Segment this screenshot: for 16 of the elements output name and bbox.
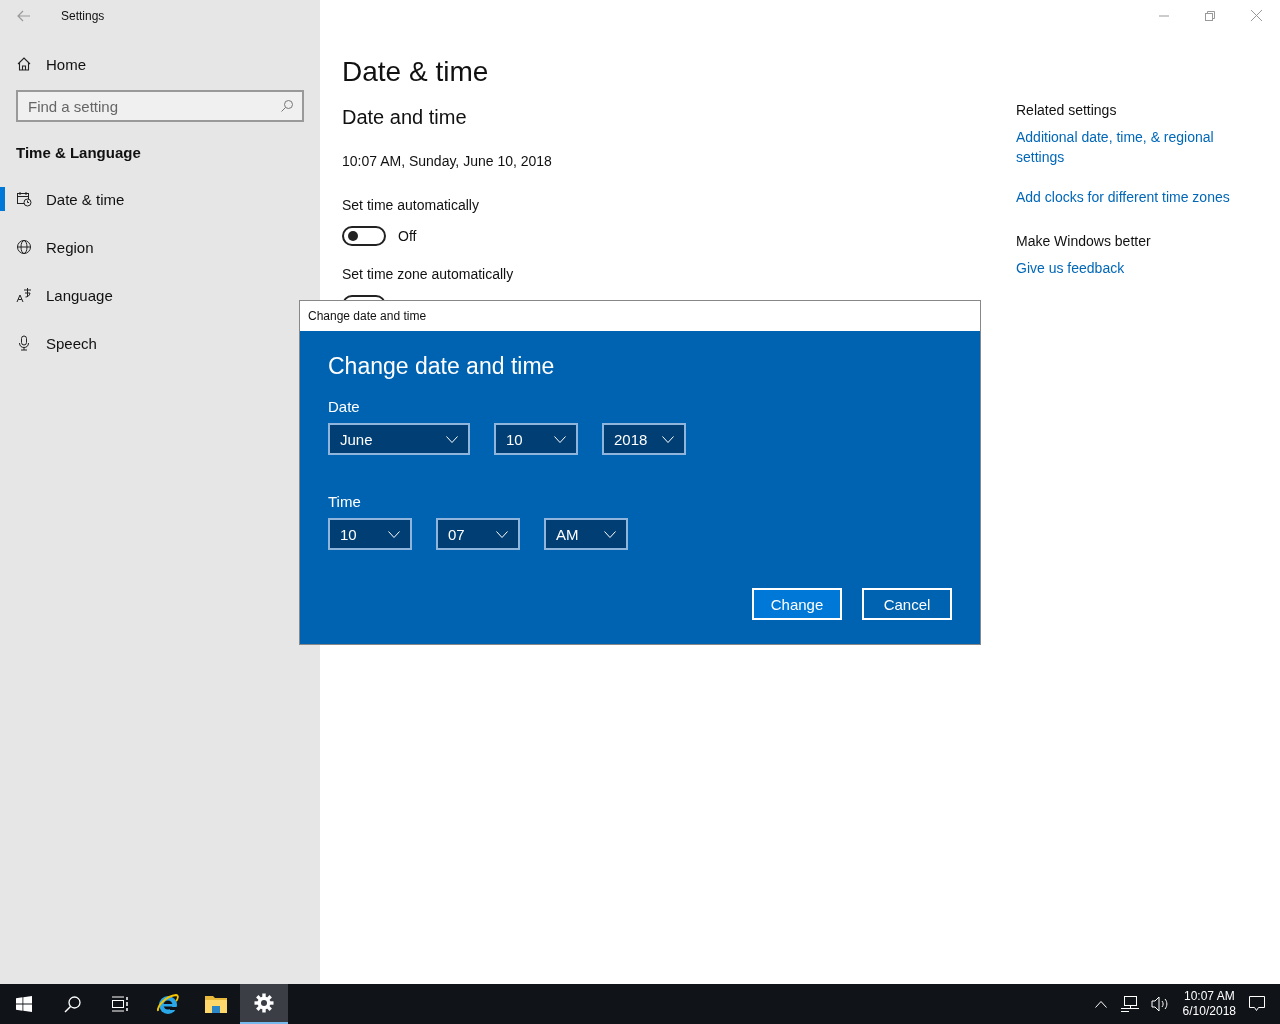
- toggle-state: Off: [398, 228, 417, 244]
- field-label: Time: [328, 493, 362, 510]
- window-title: Settings: [61, 9, 105, 23]
- clock-time: 10:07 AM: [1183, 989, 1235, 1004]
- dialog-title: Change date and time: [300, 301, 980, 331]
- current-date-time: 10:07 AM, Sunday, June 10, 2018: [342, 153, 553, 169]
- related-heading: Make Windows better: [1016, 233, 1152, 249]
- clock-date: 6/10/2018: [1182, 1004, 1236, 1019]
- dialog-heading: Change date and time: [328, 353, 556, 380]
- section-heading: Time & Language: [15, 143, 142, 163]
- section-title: Date and time: [342, 106, 468, 129]
- setting-label: Set time automatically: [342, 197, 480, 213]
- field-label: Date: [328, 398, 361, 415]
- page-title: Date & time: [342, 56, 490, 88]
- setting-label: Set time zone automatically: [342, 266, 515, 282]
- related-heading: Related settings: [1016, 102, 1118, 118]
